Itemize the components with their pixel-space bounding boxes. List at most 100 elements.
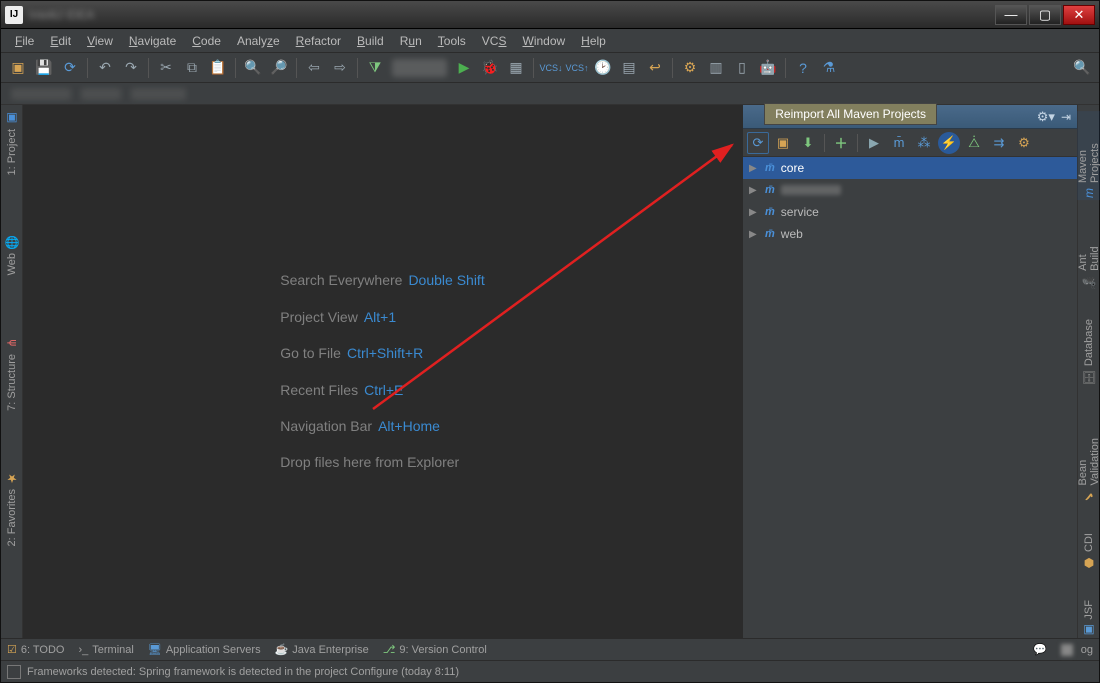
paste-icon[interactable]: 📋 <box>206 56 230 80</box>
search-everywhere-icon[interactable]: 🔍 <box>1070 56 1094 80</box>
tool-window-ant[interactable]: 🐜Ant Build <box>1077 230 1100 289</box>
menu-analyze[interactable]: Analyze <box>229 34 288 48</box>
help-icon[interactable]: ? <box>791 56 815 80</box>
skip-tests-icon[interactable]: ⚡ <box>938 132 960 154</box>
tool-window-cdi[interactable]: ⬢CDI <box>1082 533 1096 570</box>
forward-icon[interactable]: ⇨ <box>328 56 352 80</box>
run-goal-icon[interactable]: ▶ <box>863 132 885 154</box>
tool-window-todo[interactable]: ☑6: TODO <box>7 643 64 656</box>
menu-run[interactable]: Run <box>392 34 430 48</box>
menu-help[interactable]: Help <box>573 34 614 48</box>
vcs-commit-icon[interactable]: VCS↑ <box>565 56 589 80</box>
tool-window-vc[interactable]: ⎇9: Version Control <box>383 643 487 656</box>
execute-goal-icon[interactable]: m̄ <box>888 132 910 154</box>
hint-shortcut: Ctrl+Shift+R <box>347 345 423 361</box>
add-project-icon[interactable]: ＋ <box>830 132 852 154</box>
minimize-button[interactable]: — <box>995 5 1027 25</box>
vcs-revert-icon[interactable]: ↩ <box>643 56 667 80</box>
menu-file[interactable]: File <box>7 34 42 48</box>
menu-navigate[interactable]: Navigate <box>121 34 184 48</box>
generate-sources-icon[interactable]: ▣ <box>772 132 794 154</box>
sync-icon[interactable]: ⟳ <box>58 56 82 80</box>
server-icon: 🖥 <box>148 643 162 656</box>
tool-window-favorites[interactable]: 2: Favorites★ <box>5 471 19 546</box>
maven-project-tree[interactable]: ▶ m̄ core ▶ m̄ ▶ m̄ service ▶ m̄ we <box>743 157 1077 638</box>
menu-window[interactable]: Window <box>514 34 573 48</box>
title-bar: IJ IntelliJ IDEA — ▢ ✕ <box>1 1 1099 29</box>
vcs-update-icon[interactable]: VCS↓ <box>539 56 563 80</box>
tool-window-maven[interactable]: mMaven Projects <box>1077 111 1100 200</box>
coverage-icon[interactable]: ▦ <box>504 56 528 80</box>
navigation-bar[interactable] <box>1 83 1099 105</box>
tree-row-core[interactable]: ▶ m̄ core <box>743 157 1077 179</box>
save-icon[interactable]: 💾 <box>32 56 56 80</box>
hint-shortcut: Alt+Home <box>378 418 440 434</box>
tree-row[interactable]: ▶ m̄ <box>743 179 1077 201</box>
maven-settings-icon[interactable]: ⚙ <box>1013 132 1035 154</box>
tool-window-project[interactable]: 1: Project▣ <box>5 111 19 175</box>
tree-row-web[interactable]: ▶ m̄ web <box>743 223 1077 245</box>
breadcrumb-item[interactable] <box>131 88 186 100</box>
menu-edit[interactable]: Edit <box>42 34 79 48</box>
find-icon[interactable]: 🔍 <box>241 56 265 80</box>
breadcrumb-item[interactable] <box>81 88 121 100</box>
terminal-icon: ›_ <box>78 644 88 656</box>
gear-icon[interactable]: ⚙▾ <box>1037 109 1055 125</box>
redo-icon[interactable]: ↷ <box>119 56 143 80</box>
build-icon[interactable]: ⧩ <box>363 56 387 80</box>
copy-icon[interactable]: ⧉ <box>180 56 204 80</box>
status-message[interactable]: Frameworks detected: Spring framework is… <box>27 666 459 678</box>
undo-icon[interactable]: ↶ <box>93 56 117 80</box>
chevron-right-icon[interactable]: ▶ <box>749 207 759 218</box>
vcs-log-icon[interactable]: ▤ <box>617 56 641 80</box>
gradle-icon[interactable]: ⚗ <box>817 56 841 80</box>
event-log-icon[interactable]: 💬 <box>1033 643 1047 656</box>
menu-refactor[interactable]: Refactor <box>288 34 349 48</box>
tree-label: service <box>781 205 819 219</box>
run-config-selector[interactable] <box>392 59 447 77</box>
window-title: IntelliJ IDEA <box>29 8 993 22</box>
tool-window-database[interactable]: 🗄Database <box>1082 319 1096 384</box>
back-icon[interactable]: ⇦ <box>302 56 326 80</box>
close-button[interactable]: ✕ <box>1063 5 1095 25</box>
replace-icon[interactable]: 🔎 <box>267 56 291 80</box>
android-icon[interactable]: 🤖 <box>756 56 780 80</box>
open-icon[interactable]: ▣ <box>6 56 30 80</box>
chevron-right-icon[interactable]: ▶ <box>749 185 759 196</box>
tool-window-java-ee[interactable]: ☕Java Enterprise <box>275 643 369 656</box>
tool-window-jsf[interactable]: ▣JSF <box>1082 600 1096 638</box>
hint-shortcut: Double Shift <box>408 272 484 288</box>
tool-window-web[interactable]: Web🌐 <box>5 235 19 275</box>
cut-icon[interactable]: ✂ <box>154 56 178 80</box>
settings-icon[interactable]: ⚙ <box>678 56 702 80</box>
toggle-offline-icon[interactable]: ⁂ <box>913 132 935 154</box>
menu-view[interactable]: View <box>79 34 121 48</box>
tool-window-bean[interactable]: ✔Bean Validation <box>1077 414 1100 503</box>
tool-window-app-servers[interactable]: 🖥Application Servers <box>148 643 261 656</box>
tool-window-structure[interactable]: 7: Structure⋔ <box>5 336 19 411</box>
run-icon[interactable]: ▶ <box>452 56 476 80</box>
left-tool-stripe: 1: Project▣ Web🌐 7: Structure⋔ 2: Favori… <box>1 105 23 638</box>
tree-row-service[interactable]: ▶ m̄ service <box>743 201 1077 223</box>
maximize-button[interactable]: ▢ <box>1029 5 1061 25</box>
collapse-icon[interactable]: ⇉ <box>988 132 1010 154</box>
chevron-right-icon[interactable]: ▶ <box>749 163 759 174</box>
menu-build[interactable]: Build <box>349 34 392 48</box>
sdk-icon[interactable]: ▯ <box>730 56 754 80</box>
status-toggle-icon[interactable] <box>7 665 21 679</box>
project-structure-icon[interactable]: ▥ <box>704 56 728 80</box>
show-deps-icon[interactable]: ⧊ <box>963 132 985 154</box>
tool-window-terminal[interactable]: ›_Terminal <box>78 644 133 656</box>
menu-bar: File Edit View Navigate Code Analyze Ref… <box>1 29 1099 53</box>
menu-code[interactable]: Code <box>184 34 229 48</box>
breadcrumb-item[interactable] <box>11 88 71 100</box>
chevron-right-icon[interactable]: ▶ <box>749 229 759 240</box>
download-icon[interactable]: ⬇ <box>797 132 819 154</box>
vcs-history-icon[interactable]: 🕑 <box>591 56 615 80</box>
bottom-right-label[interactable]: og <box>1061 644 1093 656</box>
menu-vcs[interactable]: VCS <box>474 34 515 48</box>
menu-tools[interactable]: Tools <box>430 34 474 48</box>
hide-icon[interactable]: ⇥ <box>1061 110 1071 124</box>
debug-icon[interactable]: 🐞 <box>478 56 502 80</box>
reimport-icon[interactable]: ⟳ <box>747 132 769 154</box>
